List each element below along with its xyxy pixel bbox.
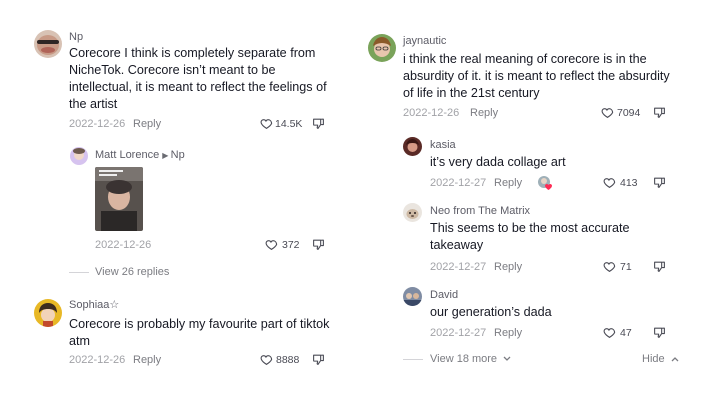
- view-more-label[interactable]: View 18 more: [430, 353, 497, 365]
- reply-button[interactable]: Reply: [133, 354, 161, 367]
- avatar[interactable]: [34, 299, 62, 327]
- like-count: 372: [282, 239, 300, 251]
- comment-username[interactable]: Np: [69, 31, 83, 44]
- reply-text: it’s very dada collage art: [430, 155, 566, 169]
- reply-button[interactable]: Reply: [494, 327, 522, 340]
- avatar[interactable]: [403, 137, 422, 156]
- sticker-image[interactable]: [95, 167, 143, 231]
- comment-date: 2022-12-26: [69, 118, 126, 130]
- avatar[interactable]: [403, 203, 422, 222]
- comment-date: 2022-12-26: [403, 107, 460, 119]
- reply-author[interactable]: Matt Lorence: [95, 149, 159, 161]
- comment-date: 2022-12-26: [69, 354, 126, 366]
- reply-username[interactable]: Neo from The Matrix: [430, 205, 530, 218]
- like-count: 8888: [276, 354, 300, 366]
- like-count: 47: [620, 327, 632, 339]
- avatar[interactable]: [403, 287, 422, 306]
- avatar[interactable]: [34, 30, 62, 58]
- dislike-icon[interactable]: [653, 176, 666, 189]
- heart-icon[interactable]: [260, 117, 273, 130]
- heart-icon[interactable]: [603, 176, 616, 189]
- reply-date: 2022-12-26: [95, 239, 152, 251]
- reply-date: 2022-12-27: [430, 177, 487, 189]
- comment-text: Corecore is probably my favourite part o…: [69, 317, 330, 348]
- reply-button[interactable]: Reply: [133, 118, 161, 131]
- reply-date: 2022-12-27: [430, 327, 487, 339]
- reply-text: our generation’s dada: [430, 305, 552, 319]
- divider: [403, 359, 423, 360]
- avatar[interactable]: [70, 147, 88, 165]
- heart-icon[interactable]: [603, 260, 616, 273]
- hide-button[interactable]: Hide: [642, 353, 679, 366]
- view-more-button[interactable]: View 18 more: [430, 353, 511, 366]
- reply-button[interactable]: Reply: [494, 177, 522, 190]
- creator-liked-badge: [537, 175, 553, 191]
- reply-to-user[interactable]: Np: [171, 149, 185, 161]
- heart-icon[interactable]: [601, 106, 614, 119]
- heart-icon[interactable]: [603, 326, 616, 339]
- heart-icon[interactable]: [265, 238, 278, 251]
- like-count: 7094: [617, 107, 641, 119]
- hide-label[interactable]: Hide: [642, 353, 665, 365]
- reply-username[interactable]: David: [430, 289, 458, 302]
- dislike-icon[interactable]: [653, 106, 666, 119]
- like-count: 413: [620, 177, 638, 189]
- view-replies-button[interactable]: View 26 replies: [95, 266, 169, 279]
- reply-username[interactable]: kasia: [430, 139, 456, 152]
- play-arrow-icon: ▶: [162, 151, 171, 160]
- dislike-icon[interactable]: [312, 238, 325, 251]
- reply-button[interactable]: Reply: [470, 107, 498, 120]
- chevron-up-icon: [671, 357, 679, 362]
- reply-username: Matt Lorence ▶ Np: [95, 149, 185, 162]
- like-count: 14.5K: [275, 118, 303, 130]
- avatar[interactable]: [368, 34, 396, 62]
- heart-icon[interactable]: [260, 353, 273, 366]
- dislike-icon[interactable]: [312, 353, 325, 366]
- dislike-icon[interactable]: [312, 117, 325, 130]
- reply-date: 2022-12-27: [430, 261, 487, 273]
- comment-username[interactable]: jaynautic: [403, 35, 446, 48]
- reply-text: This seems to be the most accurate takea…: [430, 221, 630, 252]
- dislike-icon[interactable]: [653, 260, 666, 273]
- chevron-down-icon: [503, 356, 511, 362]
- comment-text: Corecore I think is completely separate …: [69, 46, 327, 111]
- like-count: 71: [620, 261, 632, 273]
- divider: [69, 272, 89, 273]
- comment-username[interactable]: Sophiaa☆: [69, 299, 119, 312]
- dislike-icon[interactable]: [653, 326, 666, 339]
- reply-button[interactable]: Reply: [494, 261, 522, 274]
- comment-text: i think the real meaning of corecore is …: [403, 52, 670, 100]
